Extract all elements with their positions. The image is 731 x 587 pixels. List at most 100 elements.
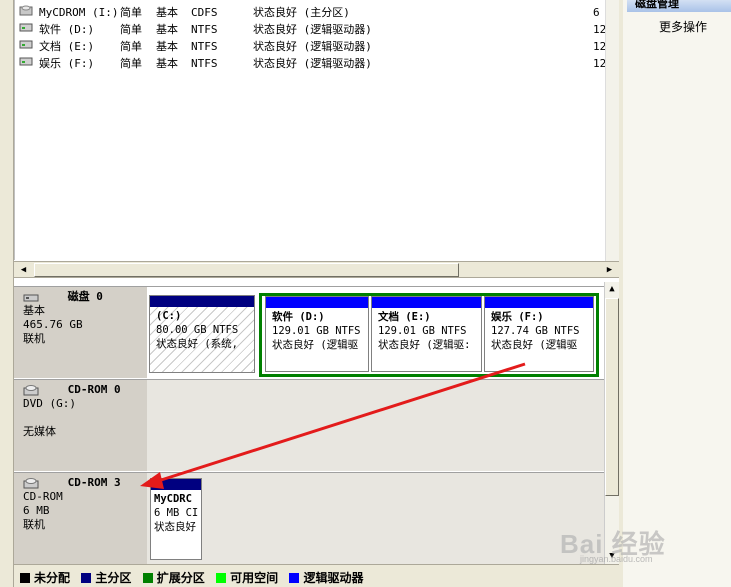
volume-list[interactable]: MyCDROM (I:) 简单 基本 CDFS 状态良好 (主分区) 6 MB … — [14, 0, 619, 260]
legend-item: 可用空间 — [216, 569, 278, 586]
disk-graphical-view: 磁盘 0 基本 465.76 GB 联机 (C:) 80.00 GB NTFS … — [14, 282, 604, 564]
cdrom-3-background — [147, 473, 604, 564]
cdrom-0-row[interactable]: CD-ROM 0 DVD (G:) 无媒体 — [14, 379, 604, 471]
disk-0-header[interactable]: 磁盘 0 基本 465.76 GB 联机 — [14, 287, 147, 378]
cdrom-icon — [19, 5, 33, 16]
partition-bar-logical — [372, 297, 481, 308]
partition-size: 129.01 GB NTFS — [378, 325, 467, 337]
legend-swatch — [216, 573, 227, 583]
partition-bar-primary — [150, 296, 254, 307]
scroll-thumb[interactable] — [34, 263, 459, 277]
scroll-left-arrow-icon[interactable]: ◀ — [16, 263, 31, 277]
baidu-watermark: Bai 经验 jingyan.baidu.com — [560, 520, 730, 565]
partition-size: 129.01 GB NTFS — [272, 325, 361, 337]
partition-bar-primary — [151, 479, 201, 490]
scroll-up-arrow-icon[interactable]: ▲ — [605, 282, 619, 296]
volume-name: 文档 (E:) — [39, 40, 95, 53]
partition-d[interactable]: 软件 (D:) 129.01 GB NTFS 状态良好 (逻辑驱 — [265, 296, 369, 372]
volume-fs: NTFS — [191, 23, 218, 36]
partition-bar-logical — [485, 297, 593, 308]
cdrom-3-state: 联机 — [23, 518, 45, 531]
volume-name: 娱乐 (F:) — [39, 57, 95, 70]
partition-label: MyCDRC — [154, 493, 192, 505]
disk-0-title: 磁盘 0 — [67, 290, 103, 303]
volume-row[interactable]: 文档 (E:) 简单 基本 NTFS 状态良好 (逻辑驱动器) 129.0 — [19, 38, 619, 55]
volume-status: 状态良好 (逻辑驱动器) — [253, 23, 372, 36]
volume-name: MyCDROM (I:) — [39, 6, 119, 19]
cdrom-icon — [23, 385, 39, 396]
cdrom-3-header[interactable]: CD-ROM 3 CD-ROM 6 MB 联机 — [14, 473, 147, 564]
disk-0-state: 联机 — [23, 332, 45, 345]
partition-label: 娱乐 (F:) — [491, 311, 544, 323]
disk-icon — [19, 23, 33, 32]
partition-c[interactable]: (C:) 80.00 GB NTFS 状态良好 (系统, — [149, 295, 255, 373]
legend-item: 扩展分区 — [142, 569, 205, 586]
volume-list-vertical-scrollbar[interactable] — [605, 0, 619, 261]
partition-size: 6 MB CI — [154, 507, 199, 519]
partition-status: 状态良好 (逻辑驱 — [272, 339, 359, 351]
volume-row[interactable]: MyCDROM (I:) 简单 基本 CDFS 状态良好 (主分区) 6 MB — [19, 4, 619, 21]
volume-type: 基本 — [156, 23, 178, 36]
window-left-border — [0, 0, 14, 587]
cdrom-0-empty-area — [147, 380, 604, 471]
volume-layout: 简单 — [120, 57, 142, 70]
legend-label: 逻辑驱动器 — [303, 571, 364, 585]
partition-mycdrom[interactable]: MyCDRC 6 MB CI 状态良好 — [150, 478, 202, 560]
partition-status: 状态良好 (系统, — [156, 338, 238, 350]
legend-swatch — [289, 573, 300, 583]
volume-row[interactable]: 娱乐 (F:) 简单 基本 NTFS 状态良好 (逻辑驱动器) 127.7 — [19, 55, 619, 72]
disk-icon — [19, 57, 33, 66]
partition-bar-logical — [266, 297, 368, 308]
legend-label: 可用空间 — [230, 571, 279, 585]
horizontal-scrollbar[interactable]: ◀ ▶ — [14, 261, 619, 278]
volume-name: 软件 (D:) — [39, 23, 95, 36]
partition-status: 状态良好 — [154, 521, 196, 533]
partition-status: 状态良好 (逻辑驱 — [491, 339, 578, 351]
legend-swatch — [142, 573, 153, 583]
watermark-sub: jingyan.baidu.com — [580, 554, 653, 564]
more-actions-link[interactable]: 更多操作 — [659, 18, 707, 35]
volume-layout: 简单 — [120, 6, 142, 19]
partition-label: (C:) — [156, 310, 182, 322]
volume-row[interactable]: 软件 (D:) 简单 基本 NTFS 状态良好 (逻辑驱动器) 129.0 — [19, 21, 619, 38]
cdrom-0-type: DVD (G:) — [23, 397, 76, 410]
volume-status: 状态良好 (主分区) — [253, 6, 350, 19]
volume-type: 基本 — [156, 40, 178, 53]
volume-layout: 简单 — [120, 40, 142, 53]
legend-item: 逻辑驱动器 — [289, 569, 363, 586]
partition-size: 127.74 GB NTFS — [491, 325, 580, 337]
volume-status: 状态良好 (逻辑驱动器) — [253, 57, 372, 70]
scroll-right-arrow-icon[interactable]: ▶ — [602, 263, 617, 277]
scroll-thumb[interactable] — [605, 298, 619, 496]
disk-0-size: 465.76 GB — [23, 318, 83, 331]
disk-icon — [19, 40, 33, 49]
volume-fs: NTFS — [191, 57, 218, 70]
legend-swatch — [81, 573, 92, 583]
volume-type: 基本 — [156, 57, 178, 70]
disk-0-type: 基本 — [23, 304, 45, 317]
volume-fs: CDFS — [191, 6, 218, 19]
volume-fs: NTFS — [191, 40, 218, 53]
action-pane: 磁盘管理 更多操作 — [619, 0, 731, 587]
cdrom-3-size: 6 MB — [23, 504, 50, 517]
cdrom-3-type: CD-ROM — [23, 490, 63, 503]
partition-size: 80.00 GB NTFS — [156, 324, 239, 336]
cdrom-3-title: CD-ROM 3 — [67, 476, 121, 489]
cdrom-0-state: 无媒体 — [23, 425, 56, 438]
legend-item: 主分区 — [81, 569, 131, 586]
volume-layout: 简单 — [120, 23, 142, 36]
cdrom-3-row[interactable]: CD-ROM 3 CD-ROM 6 MB 联机 MyCDRC 6 MB CI 状… — [14, 472, 604, 564]
disk-0-row[interactable]: 磁盘 0 基本 465.76 GB 联机 (C:) 80.00 GB NTFS … — [14, 286, 604, 378]
legend-item: 未分配 — [20, 569, 70, 586]
legend-label: 未分配 — [34, 571, 71, 585]
volume-status: 状态良好 (逻辑驱动器) — [253, 40, 372, 53]
volume-type: 基本 — [156, 6, 178, 19]
cdrom-0-header[interactable]: CD-ROM 0 DVD (G:) 无媒体 — [14, 380, 147, 471]
action-pane-title: 磁盘管理 — [627, 0, 731, 12]
cdrom-0-title: CD-ROM 0 — [67, 383, 121, 396]
partition-status: 状态良好 (逻辑驱: — [378, 339, 471, 351]
partition-f[interactable]: 娱乐 (F:) 127.74 GB NTFS 状态良好 (逻辑驱 — [484, 296, 594, 372]
hard-disk-icon — [23, 294, 39, 302]
legend-label: 扩展分区 — [156, 571, 205, 585]
partition-e[interactable]: 文档 (E:) 129.01 GB NTFS 状态良好 (逻辑驱: — [371, 296, 482, 372]
